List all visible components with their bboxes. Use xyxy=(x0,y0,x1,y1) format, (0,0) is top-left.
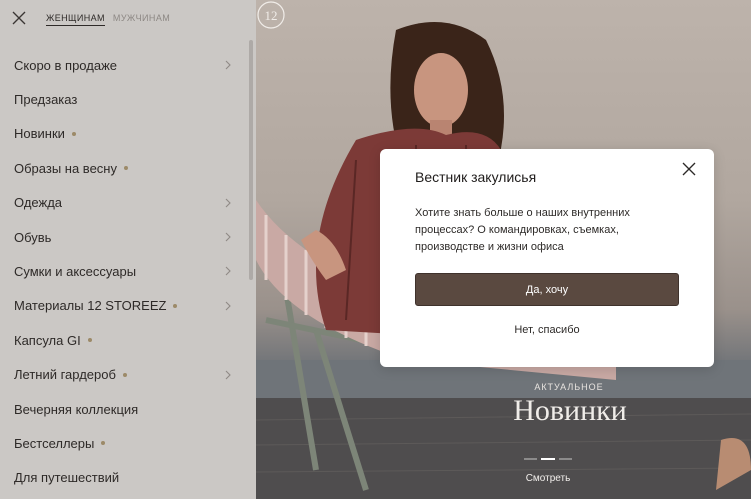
new-dot-icon xyxy=(173,303,178,308)
brand-logo-text: 12 xyxy=(265,8,278,23)
menu-header: ЖЕНЩИНАМ МУЖЧИНАМ xyxy=(0,0,256,38)
menu-item-label: Новинки xyxy=(14,126,65,142)
menu-item[interactable]: Одежда xyxy=(0,186,250,220)
menu-item[interactable]: Бестселлеры xyxy=(0,426,250,460)
hero-cta-link[interactable]: Смотреть xyxy=(498,473,598,484)
menu-item[interactable]: Образы на весну xyxy=(0,151,250,185)
menu-item[interactable]: Капсула GI xyxy=(0,323,250,357)
new-dot-icon xyxy=(101,441,106,446)
new-dot-icon xyxy=(122,372,127,377)
modal-description: Хотите знать больше о наших внутренних п… xyxy=(415,207,630,253)
menu-item-label: Одежда xyxy=(14,195,63,211)
menu-item-label: Скоро в продаже xyxy=(14,57,117,73)
menu-item-label: Образы на весну xyxy=(14,160,117,176)
menu-item-label: Сумки и аксессуары xyxy=(14,264,137,280)
subscribe-yes-button[interactable]: Да, хочу xyxy=(415,273,679,306)
slider-dot[interactable] xyxy=(524,458,538,460)
newsletter-modal: Вестник закулисья Хотите знать больше о … xyxy=(380,149,714,367)
gender-tab[interactable]: ЖЕНЩИНАМ xyxy=(46,13,105,26)
menu-item[interactable]: Предзаказ xyxy=(0,82,250,116)
new-dot-icon xyxy=(87,338,92,343)
new-dot-icon xyxy=(71,131,76,136)
chevron-right-icon xyxy=(225,301,231,311)
menu-item-label: Летний гардероб xyxy=(14,367,116,383)
hero-title: Новинки xyxy=(513,394,627,427)
chevron-right-icon xyxy=(225,198,231,207)
menu-item[interactable]: Вечерняя коллекция xyxy=(0,392,250,426)
menu-item[interactable]: Для путешествий xyxy=(0,461,250,495)
slider-dot[interactable] xyxy=(558,458,572,460)
menu-item-label: Бестселлеры xyxy=(14,435,95,451)
brand-logo-icon[interactable]: 12 xyxy=(256,0,286,30)
menu-item[interactable]: Летний гардероб xyxy=(0,358,250,392)
chevron-right-icon xyxy=(225,266,231,276)
menu-item[interactable]: Обувь xyxy=(0,220,250,254)
menu-item-label: Для путешествий xyxy=(14,470,120,486)
new-dot-icon xyxy=(123,166,128,171)
menu-scrollbar[interactable] xyxy=(249,40,253,280)
slider-dots[interactable] xyxy=(524,458,572,460)
menu-item-label: Предзаказ xyxy=(14,92,78,108)
menu-item-label: Капсула GI xyxy=(14,332,81,348)
menu-item-label: Материалы 12 STOREEZ xyxy=(14,298,167,314)
gender-tabs: ЖЕНЩИНАМ МУЖЧИНАМ xyxy=(46,13,170,26)
menu-item[interactable]: Скоро в продаже xyxy=(0,48,250,82)
menu-item-label: Вечерняя коллекция xyxy=(14,401,139,417)
menu-item[interactable]: Новинки xyxy=(0,117,250,151)
menu-item[interactable]: Материалы 12 STOREEZ xyxy=(0,289,250,323)
slider-dot[interactable] xyxy=(541,458,555,460)
chevron-right-icon xyxy=(225,232,231,242)
chevron-right-icon xyxy=(225,370,231,379)
close-icon[interactable] xyxy=(11,10,27,26)
modal-close-icon[interactable] xyxy=(682,162,696,176)
menu-list: Скоро в продаже Предзаказ Новинки Образы на… xyxy=(0,48,250,495)
menu-item[interactable]: Сумки и аксессуары xyxy=(0,254,250,288)
gender-tab[interactable]: МУЖЧИНАМ xyxy=(113,13,170,26)
modal-title: Вестник закулисья xyxy=(415,169,537,185)
chevron-right-icon xyxy=(225,60,231,70)
side-menu: ЖЕНЩИНАМ МУЖЧИНАМ Скоро в продаже Предзака… xyxy=(0,0,256,499)
menu-item-label: Обувь xyxy=(14,229,52,245)
hero-kicker: АКТУАЛЬНОЕ xyxy=(534,382,604,392)
subscribe-no-link[interactable]: Нет, спасибо xyxy=(415,324,679,336)
